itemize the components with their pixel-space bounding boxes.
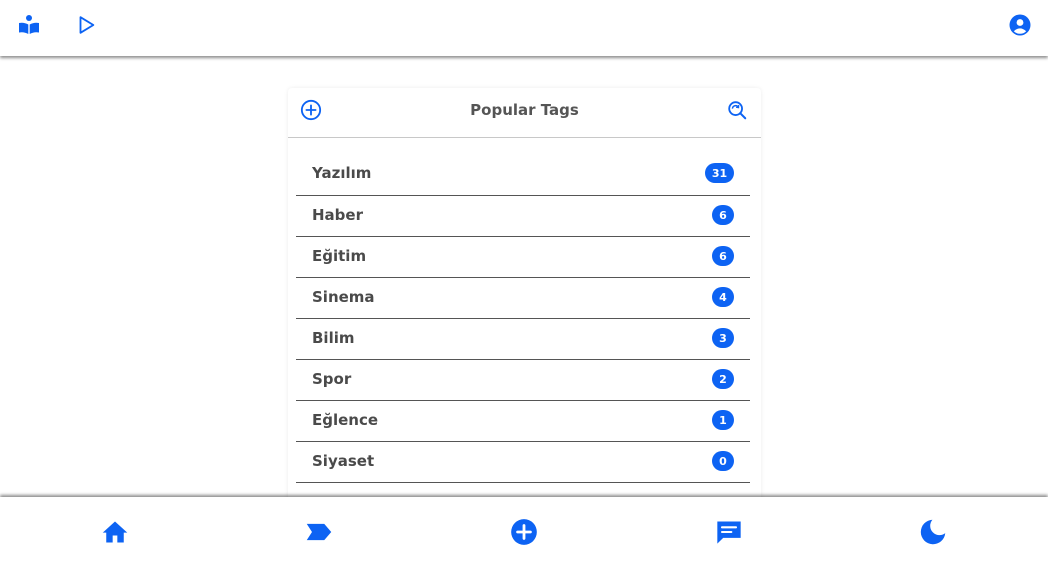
popular-tags-card: Popular Tags Yazılım 31 Haber 6 Eğitim 6… <box>288 88 761 528</box>
list-item[interactable]: Eğitim 6 <box>296 237 750 278</box>
count-badge: 31 <box>705 163 734 183</box>
home-icon[interactable] <box>100 517 130 547</box>
list-item[interactable]: Bilim 3 <box>296 319 750 360</box>
list-item[interactable]: Haber 6 <box>296 196 750 237</box>
reader-icon[interactable] <box>16 12 42 38</box>
list-item[interactable]: Eğlence 1 <box>296 401 750 442</box>
list-item[interactable]: Spor 2 <box>296 360 750 401</box>
tag-label: Sinema <box>312 288 375 306</box>
tag-label: Eğlence <box>312 411 379 429</box>
tag-label: Bilim <box>312 329 355 347</box>
add-icon[interactable] <box>509 517 539 547</box>
search-refresh-icon[interactable] <box>725 98 749 122</box>
list-item[interactable]: Sinema 4 <box>296 278 750 319</box>
count-badge: 4 <box>712 287 734 307</box>
tag-label: Siyaset <box>312 452 375 470</box>
card-header: Popular Tags <box>288 88 761 138</box>
count-badge: 1 <box>712 410 734 430</box>
tag-label: Yazılım <box>312 164 372 182</box>
list-item[interactable]: Yazılım 31 <box>296 154 750 196</box>
list-item[interactable]: Siyaset 0 <box>296 442 750 483</box>
account-icon[interactable] <box>1007 12 1033 38</box>
tag-label: Eğitim <box>312 247 367 265</box>
count-badge: 6 <box>712 205 734 225</box>
count-badge: 2 <box>712 369 734 389</box>
tag-label: Haber <box>312 206 363 224</box>
top-app-bar <box>0 0 1048 56</box>
count-badge: 3 <box>712 328 734 348</box>
tag-label: Spor <box>312 370 352 388</box>
tag-list: Yazılım 31 Haber 6 Eğitim 6 Sinema 4 Bil… <box>296 154 750 524</box>
dark-mode-icon[interactable] <box>918 517 948 547</box>
bottom-navigation <box>0 497 1048 568</box>
tag-icon[interactable] <box>304 517 334 547</box>
chat-icon[interactable] <box>714 517 744 547</box>
play-icon[interactable] <box>73 12 99 38</box>
count-badge: 6 <box>712 246 734 266</box>
count-badge: 0 <box>712 451 734 471</box>
page-title: Popular Tags <box>470 101 579 119</box>
